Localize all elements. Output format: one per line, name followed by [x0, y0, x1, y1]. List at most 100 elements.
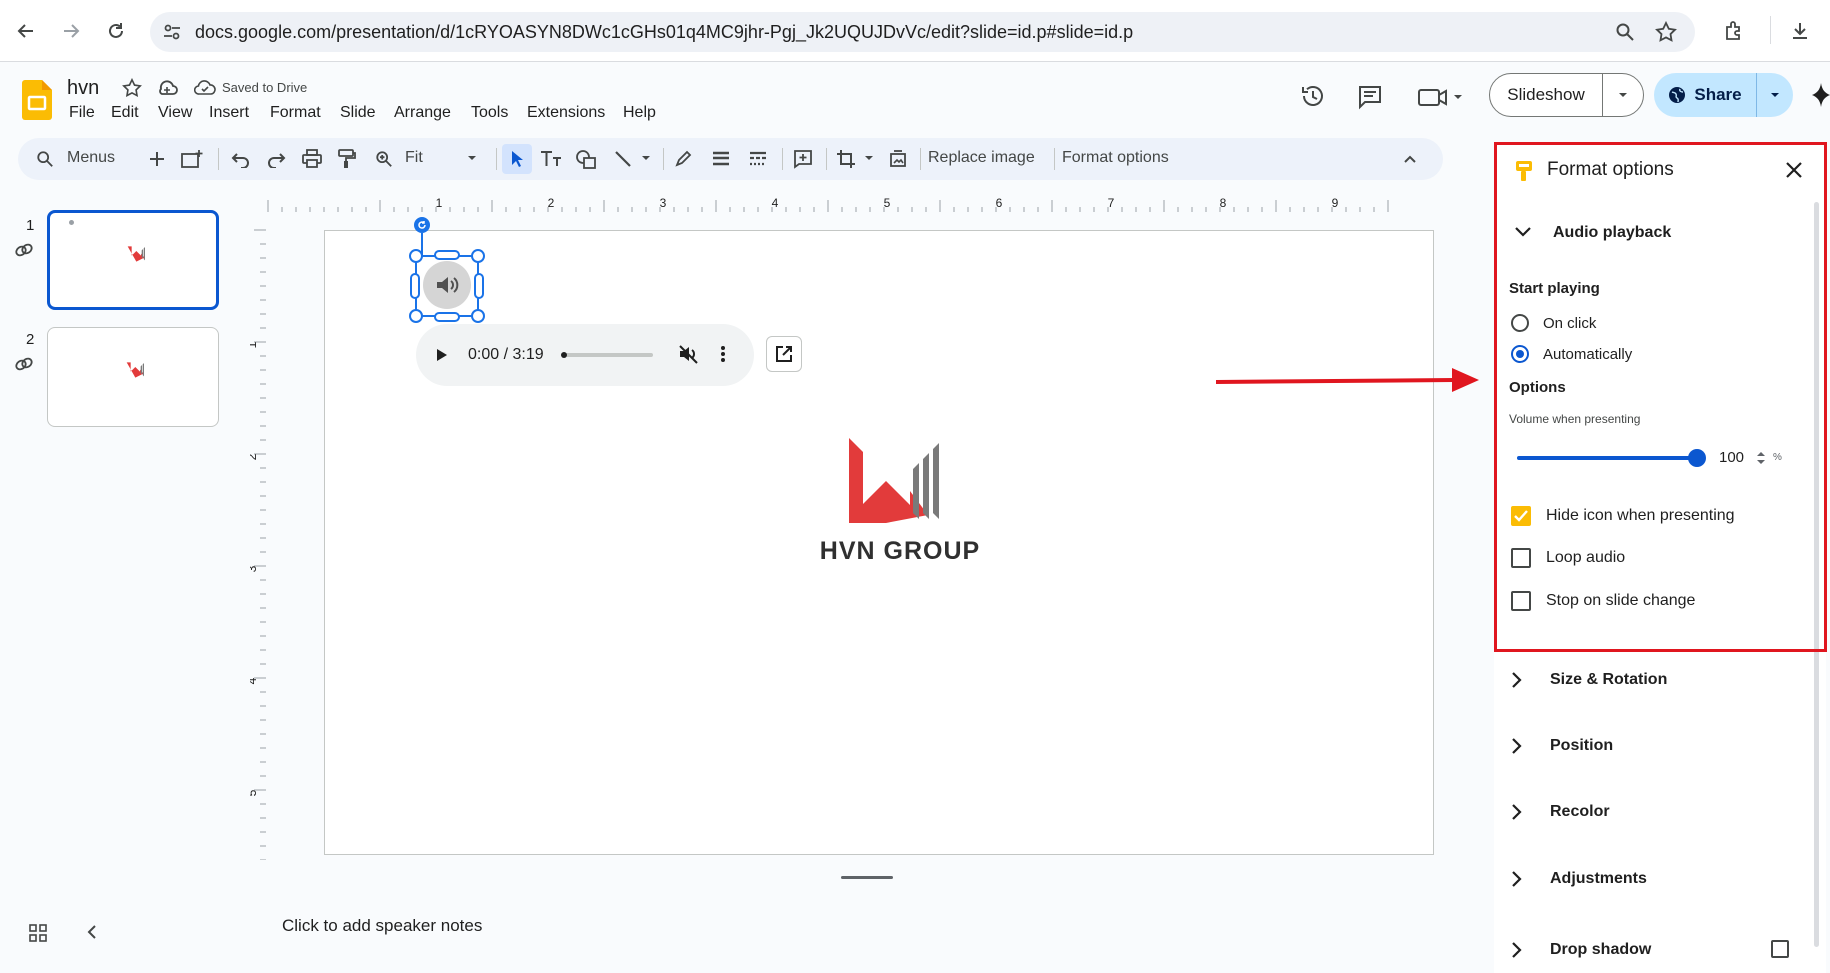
slideshow-dropdown-icon[interactable] [1603, 91, 1643, 99]
address-bar[interactable]: docs.google.com/presentation/d/1cRYOASYN… [150, 12, 1695, 52]
border-dash-icon[interactable] [743, 144, 773, 174]
gemini-sparkle-icon[interactable] [1808, 82, 1830, 108]
version-history-icon[interactable] [1300, 83, 1326, 109]
zoom-icon[interactable] [1615, 22, 1635, 42]
redo-icon[interactable] [261, 144, 291, 174]
search-menus-label[interactable]: Menus [67, 149, 115, 167]
position-section[interactable]: Position [1510, 726, 1810, 766]
url-text[interactable]: docs.google.com/presentation/d/1cRYOASYN… [195, 22, 1133, 43]
forward-icon[interactable] [53, 13, 89, 49]
ruler-label: 6 [996, 196, 1003, 210]
toolbar-separator [826, 148, 827, 170]
new-slide-icon[interactable] [142, 144, 172, 174]
text-box-icon[interactable] [536, 144, 566, 174]
recolor-section[interactable]: Recolor [1510, 792, 1810, 832]
speaker-notes-placeholder[interactable]: Click to add speaker notes [282, 916, 482, 936]
resize-handle[interactable] [409, 309, 423, 323]
download-icon[interactable] [1782, 13, 1818, 49]
audio-player: 0:00 / 3:19 [416, 324, 754, 386]
play-icon[interactable] [436, 348, 448, 362]
slide-thumbnail-1[interactable] [47, 210, 219, 310]
crop-dropdown-icon[interactable] [863, 154, 875, 162]
menu-arrange[interactable]: Arrange [394, 104, 451, 122]
comments-icon[interactable] [1357, 84, 1383, 110]
resize-handle[interactable] [434, 250, 460, 260]
notes-resize-handle[interactable] [841, 876, 893, 879]
undo-icon[interactable] [226, 144, 256, 174]
zoom-dropdown-icon[interactable] [466, 154, 478, 162]
search-icon[interactable] [30, 144, 60, 174]
hvn-logo-icon[interactable] [847, 435, 939, 525]
audio-progress-track[interactable] [561, 352, 653, 358]
audio-icon[interactable] [423, 261, 471, 309]
audio-progress-thumb[interactable] [561, 352, 567, 358]
resize-handle[interactable] [409, 249, 423, 263]
drop-shadow-section[interactable]: Drop shadow [1510, 930, 1810, 970]
insert-comment-icon[interactable] [788, 144, 818, 174]
slideshow-button[interactable]: Slideshow [1490, 85, 1602, 105]
line-dropdown-icon[interactable] [640, 154, 652, 162]
border-weight-icon[interactable] [706, 144, 736, 174]
resize-handle[interactable] [434, 312, 460, 322]
ruler-label: 9 [1332, 196, 1339, 210]
more-options-icon[interactable] [720, 345, 726, 363]
print-icon[interactable] [297, 144, 327, 174]
replace-image-button[interactable]: Replace image [928, 149, 1035, 167]
thumbnail-logo-icon [126, 361, 146, 379]
open-external-icon[interactable] [766, 336, 802, 372]
section-label: Size & Rotation [1550, 671, 1668, 688]
star-icon[interactable] [122, 78, 142, 98]
resize-handle[interactable] [474, 273, 484, 299]
drop-shadow-checkbox[interactable] [1771, 940, 1789, 958]
crop-icon[interactable] [831, 144, 861, 174]
resize-handle[interactable] [471, 249, 485, 263]
menu-insert[interactable]: Insert [209, 104, 249, 122]
line-icon[interactable] [608, 144, 638, 174]
bookmark-star-icon[interactable] [1655, 21, 1677, 43]
save-status[interactable]: Saved to Drive [222, 80, 307, 95]
audio-dot [69, 220, 74, 225]
select-tool-icon[interactable] [502, 144, 532, 174]
resize-handle[interactable] [471, 309, 485, 323]
doc-title[interactable]: hvn [67, 77, 99, 100]
chevron-right-icon [1512, 942, 1522, 958]
border-color-icon[interactable] [668, 144, 698, 174]
collapse-filmstrip-icon[interactable] [86, 924, 98, 940]
zoom-icon[interactable] [369, 144, 399, 174]
menu-format[interactable]: Format [270, 104, 321, 122]
logo-text[interactable]: HVN GROUP [775, 537, 1025, 566]
new-slide-layout-icon[interactable] [177, 144, 207, 174]
grid-view-icon[interactable] [29, 924, 47, 942]
slide-thumbnail-2[interactable] [47, 327, 219, 427]
back-icon[interactable] [8, 13, 44, 49]
shape-icon[interactable] [571, 144, 601, 174]
extensions-icon[interactable] [1716, 13, 1752, 49]
reset-image-icon[interactable] [883, 144, 913, 174]
share-button[interactable]: Share [1654, 85, 1756, 105]
menu-extensions[interactable]: Extensions [527, 104, 605, 122]
site-info-icon[interactable] [162, 22, 182, 42]
speaker-notes[interactable]: Click to add speaker notes [266, 898, 1476, 958]
collapse-toolbar-icon[interactable] [1395, 144, 1425, 174]
rotate-handle-icon[interactable] [414, 217, 430, 233]
menu-edit[interactable]: Edit [111, 104, 139, 122]
resize-handle[interactable] [410, 273, 420, 299]
slides-logo-icon[interactable] [22, 80, 52, 120]
meet-icon[interactable] [1418, 85, 1464, 109]
size-rotation-section[interactable]: Size & Rotation [1510, 660, 1810, 700]
move-to-drive-icon[interactable] [156, 77, 178, 99]
reload-icon[interactable] [98, 13, 134, 49]
menu-tools[interactable]: Tools [471, 104, 508, 122]
share-dropdown-icon[interactable] [1757, 91, 1793, 99]
menu-file[interactable]: File [69, 104, 95, 122]
paint-format-icon[interactable] [332, 144, 362, 174]
slide-number: 1 [26, 217, 35, 234]
ruler-label: 5 [884, 196, 891, 210]
format-options-button[interactable]: Format options [1062, 149, 1169, 167]
menu-slide[interactable]: Slide [340, 104, 376, 122]
zoom-select[interactable]: Fit [405, 149, 423, 167]
mute-icon[interactable] [678, 344, 700, 364]
menu-help[interactable]: Help [623, 104, 656, 122]
adjustments-section[interactable]: Adjustments [1510, 859, 1810, 899]
menu-view[interactable]: View [158, 104, 192, 122]
